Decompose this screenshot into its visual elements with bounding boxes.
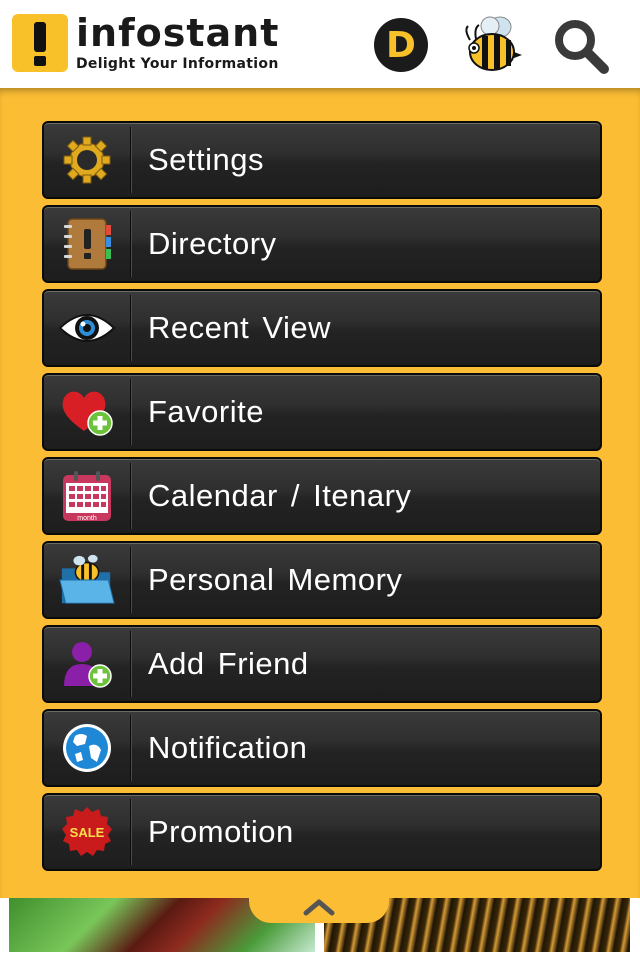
d-button-label: D — [386, 24, 416, 66]
menu-item-label: Recent View — [148, 310, 331, 345]
app-logo[interactable]: infostant Delight Your Information — [12, 14, 279, 72]
menu-item-label: Calendar / Itenary — [148, 478, 412, 513]
menu-item-directory[interactable]: Directory — [42, 205, 602, 283]
menu-item-label: Personal Memory — [148, 562, 403, 597]
collapse-menu-tab[interactable] — [249, 893, 389, 923]
add-user-icon — [58, 638, 116, 690]
menu-item-calendar[interactable]: month Calendar / Itenary — [42, 457, 602, 535]
eye-icon — [58, 302, 116, 354]
menu-item-notification[interactable]: Notification — [42, 709, 602, 787]
address-book-icon — [58, 218, 116, 270]
app-header: infostant Delight Your Information D — [0, 0, 640, 89]
calendar-icon: month — [58, 470, 116, 522]
menu-item-label: Favorite — [148, 394, 264, 429]
menu-item-label: Directory — [148, 226, 277, 261]
heart-plus-icon — [58, 386, 116, 438]
menu-item-label: Settings — [148, 142, 265, 177]
menu-item-add-friend[interactable]: Add Friend — [42, 625, 602, 703]
exclamation-logo-icon — [12, 14, 68, 72]
sale-badge-icon: SALE — [58, 806, 116, 858]
bee-icon[interactable] — [460, 12, 524, 76]
menu-item-label: Add Friend — [148, 646, 309, 681]
sale-badge-text: SALE — [70, 825, 105, 840]
brand-name: infostant — [76, 11, 280, 55]
menu-item-recent-view[interactable]: Recent View — [42, 289, 602, 367]
menu-item-label: Promotion — [148, 814, 294, 849]
gear-icon — [58, 134, 116, 186]
menu-item-personal-memory[interactable]: Personal Memory — [42, 541, 602, 619]
menu-item-label: Notification — [148, 730, 308, 765]
search-icon[interactable] — [550, 16, 612, 76]
calendar-caption: month — [77, 515, 97, 522]
brand-tagline: Delight Your Information — [76, 56, 279, 72]
chevron-up-icon — [303, 899, 335, 916]
menu-item-promotion[interactable]: SALE Promotion — [42, 793, 602, 871]
menu-item-favorite[interactable]: Favorite — [42, 373, 602, 451]
d-button[interactable]: D — [374, 18, 428, 72]
folder-bee-icon — [58, 554, 116, 606]
globe-icon — [58, 722, 116, 774]
menu-item-settings[interactable]: Settings — [42, 121, 602, 199]
menu-panel: Settings Directory Recent View Favorite … — [0, 88, 640, 898]
